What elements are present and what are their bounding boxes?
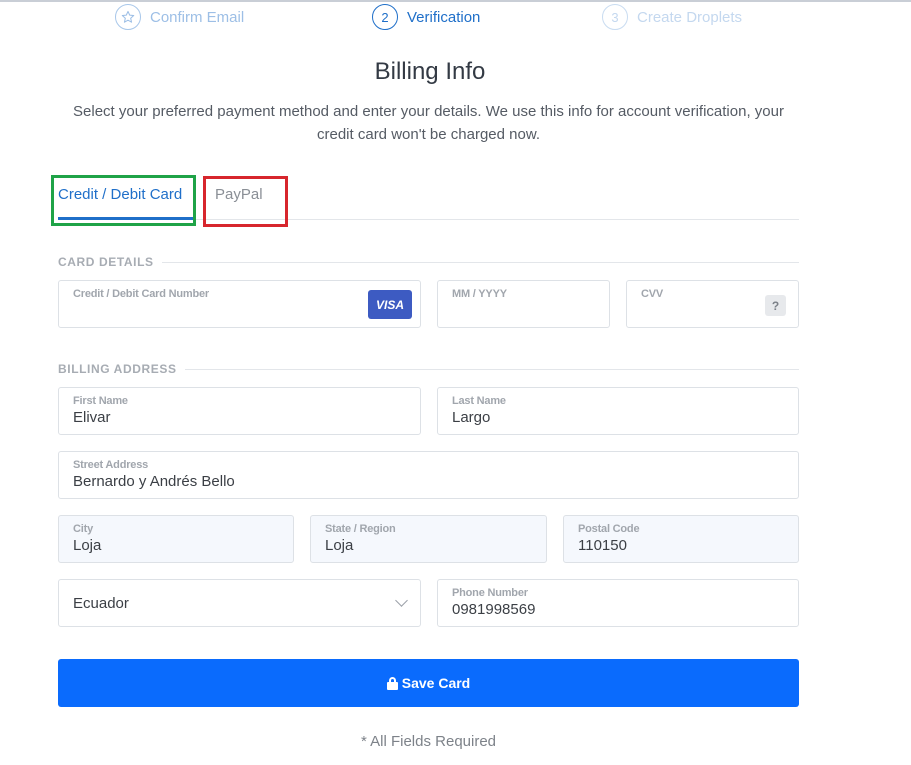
first-name-field[interactable]: First Name Elivar: [58, 387, 421, 435]
country-select[interactable]: Ecuador: [58, 579, 421, 627]
section-title: BILLING ADDRESS: [58, 362, 177, 376]
step-create-droplets: 3 Create Droplets: [602, 4, 742, 30]
step-number: 3: [602, 4, 628, 30]
city-value[interactable]: Loja: [73, 537, 101, 554]
progress-stepper: Confirm Email 2 Verification 3 Create Dr…: [0, 4, 911, 30]
cvv-field[interactable]: CVV ?: [626, 280, 799, 328]
page-subtitle: Select your preferred payment method and…: [73, 103, 784, 143]
expiry-field[interactable]: MM / YYYY: [437, 280, 610, 328]
field-label: Credit / Debit Card Number: [73, 288, 209, 300]
first-name-value[interactable]: Elivar: [73, 409, 111, 426]
highlight-box-green: [51, 175, 196, 226]
field-label: CVV: [641, 288, 664, 300]
step-confirm-email: Confirm Email: [115, 4, 244, 30]
visa-icon: VISA: [368, 290, 412, 319]
save-card-label: Save Card: [401, 675, 471, 691]
last-name-value[interactable]: Largo: [452, 409, 490, 426]
last-name-field[interactable]: Last Name Largo: [437, 387, 799, 435]
street-address-field[interactable]: Street Address Bernardo y Andrés Bello: [58, 451, 799, 499]
field-label: Postal Code: [578, 523, 640, 535]
step-verification: 2 Verification: [372, 4, 480, 30]
page-title: Billing Info: [374, 58, 486, 85]
field-label: Street Address: [73, 459, 149, 471]
save-card-button[interactable]: Save Card: [58, 659, 799, 707]
divider: [184, 368, 799, 370]
step-label: Create Droplets: [637, 8, 743, 26]
step-label: Verification: [407, 8, 481, 26]
phone-number-field[interactable]: Phone Number 0981998569: [437, 579, 799, 627]
field-label: State / Region: [325, 523, 396, 535]
state-region-value[interactable]: Loja: [325, 537, 353, 554]
country-value: Ecuador: [73, 595, 129, 612]
top-border: [0, 0, 911, 2]
help-icon[interactable]: ?: [765, 295, 786, 316]
field-label: City: [73, 523, 93, 535]
field-label: Last Name: [452, 395, 506, 407]
step-label: Confirm Email: [150, 8, 245, 26]
required-fields-note: * All Fields Required: [360, 733, 497, 750]
chevron-down-icon: [395, 594, 408, 607]
lock-icon: [386, 676, 398, 690]
phone-number-value[interactable]: 0981998569: [452, 601, 535, 618]
postal-code-value[interactable]: 110150: [578, 537, 627, 554]
highlight-box-red: [203, 176, 288, 227]
state-region-field[interactable]: State / Region Loja: [310, 515, 547, 563]
street-address-value[interactable]: Bernardo y Andrés Bello: [73, 473, 235, 490]
card-number-field[interactable]: Credit / Debit Card Number VISA: [58, 280, 421, 328]
postal-code-field[interactable]: Postal Code 110150: [563, 515, 799, 563]
section-title: CARD DETAILS: [58, 255, 154, 269]
step-number: 2: [372, 4, 398, 30]
field-label: Phone Number: [452, 587, 528, 599]
city-field[interactable]: City Loja: [58, 515, 294, 563]
field-label: MM / YYYY: [452, 288, 507, 300]
billing-address-heading: BILLING ADDRESS: [58, 362, 799, 376]
card-details-heading: CARD DETAILS: [58, 255, 799, 269]
field-label: First Name: [73, 395, 128, 407]
star-icon: [115, 4, 141, 30]
divider: [161, 261, 799, 263]
